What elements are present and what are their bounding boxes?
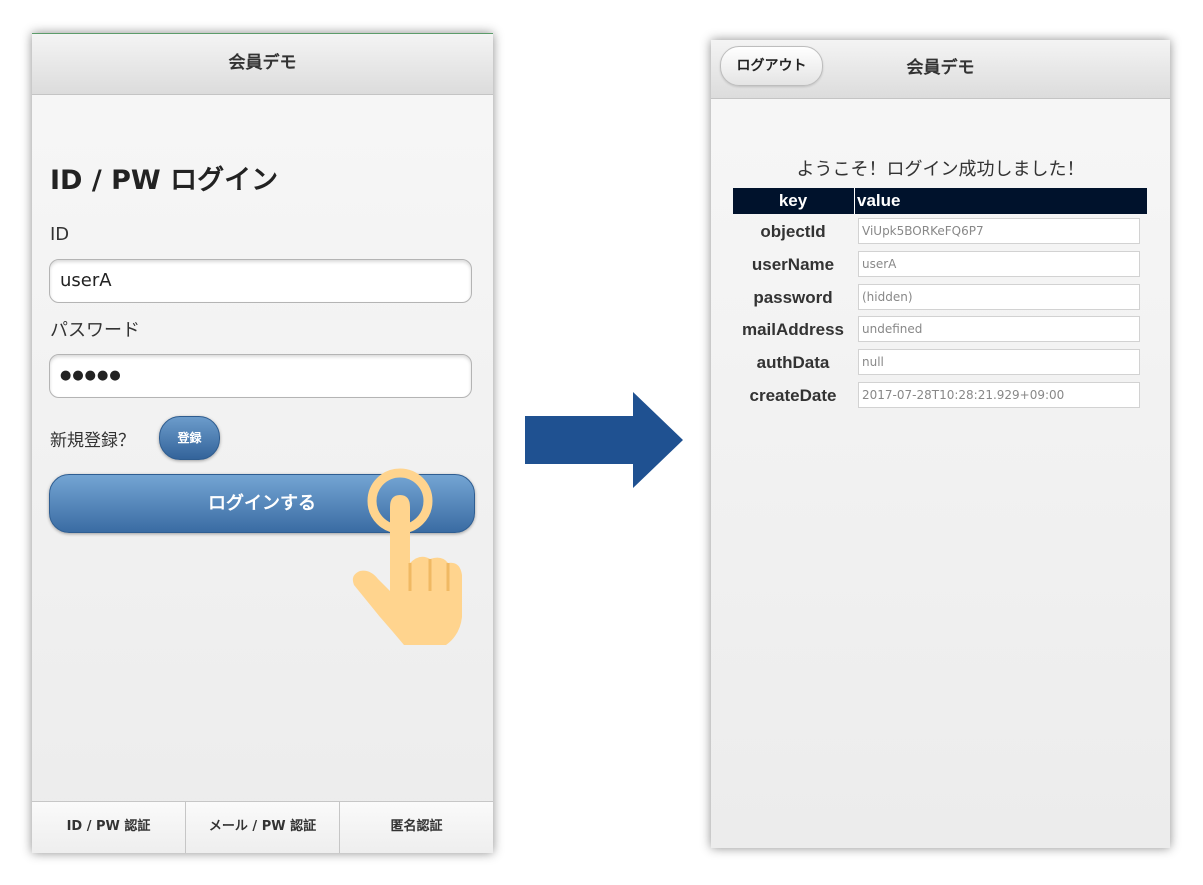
row-value-field[interactable]: 2017-07-28T10:28:21.929+09:00	[858, 382, 1140, 408]
tab-id-pw-auth[interactable]: ID / PW 認証	[32, 802, 186, 853]
column-header-key: key	[778, 191, 808, 210]
row-key: createDate	[749, 386, 837, 405]
signup-question: 新規登録？	[50, 431, 135, 451]
row-key: userName	[751, 255, 835, 274]
password-input[interactable]: ●●●●●	[49, 354, 472, 398]
row-value-field[interactable]: (hidden)	[858, 284, 1140, 310]
id-input[interactable]: userA	[49, 259, 472, 303]
header-bar: 会員デモ	[32, 33, 493, 95]
row-value-field[interactable]: ViUpk5BORKeFQ6P7	[858, 218, 1140, 244]
header-title: 会員デモ	[906, 58, 975, 78]
row-key: objectId	[760, 222, 826, 241]
table-header: key value	[733, 188, 1147, 214]
welcome-message: ようこそ！ログイン成功しました！	[796, 159, 1085, 180]
row-key: authData	[756, 353, 830, 372]
row-key: mailAddress	[741, 320, 845, 339]
page-title: ID / PW ログイン	[50, 165, 279, 196]
row-value-field[interactable]: undefined	[858, 316, 1140, 342]
tab-anonymous-auth[interactable]: 匿名認証	[340, 802, 493, 853]
tap-hand-icon	[352, 468, 462, 645]
right-arrow-icon	[525, 392, 683, 488]
table-row: objectId ViUpk5BORKeFQ6P7	[733, 218, 1153, 246]
table-row: mailAddress undefined	[733, 316, 1153, 344]
password-label: パスワード	[50, 320, 140, 341]
row-value-field[interactable]: null	[858, 349, 1140, 375]
header-title: 会員デモ	[228, 53, 297, 73]
id-label: ID	[50, 224, 70, 245]
row-key: password	[753, 288, 833, 307]
signup-button[interactable]: 登録	[159, 416, 220, 460]
footer-nav: ID / PW 認証 メール / PW 認証 匿名認証	[32, 801, 493, 853]
table-row: authData null	[733, 349, 1153, 377]
tab-mail-pw-auth[interactable]: メール / PW 認証	[186, 802, 340, 853]
header-bar: ログアウト 会員デモ	[711, 40, 1170, 99]
table-row: userName userA	[733, 251, 1153, 279]
table-row: password (hidden)	[733, 284, 1153, 312]
result-screen: ログアウト 会員デモ ようこそ！ログイン成功しました！ key value ob…	[711, 40, 1170, 848]
column-header-value: value	[854, 188, 900, 214]
row-value-field[interactable]: userA	[858, 251, 1140, 277]
table-row: createDate 2017-07-28T10:28:21.929+09:00	[733, 382, 1153, 410]
login-screen: 会員デモ ID / PW ログイン ID userA パスワード ●●●●● 新…	[32, 33, 493, 853]
